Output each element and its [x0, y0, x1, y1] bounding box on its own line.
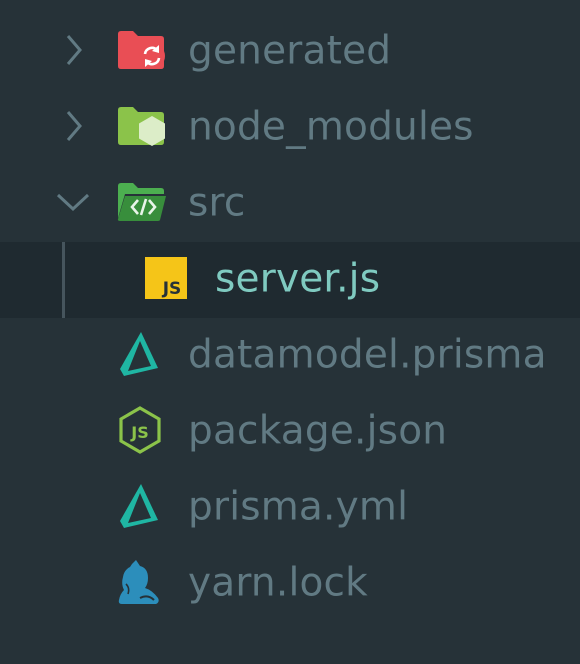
folder-node-icon	[116, 106, 166, 150]
file-explorer: generated node_modules src JS server.js …	[0, 0, 580, 664]
tree-item-generated[interactable]: generated	[0, 14, 580, 90]
chevron-right-icon[interactable]	[64, 33, 84, 71]
chevron-right-icon[interactable]	[64, 109, 84, 147]
chevron-down-icon[interactable]	[55, 191, 91, 217]
tree-item-yarn-lock[interactable]: yarn.lock	[0, 546, 580, 622]
tree-item-src[interactable]: src	[0, 166, 580, 242]
svg-text:JS: JS	[130, 423, 148, 442]
tree-item-node-modules[interactable]: node_modules	[0, 90, 580, 166]
tree-item-label: generated	[188, 28, 392, 74]
folder-src-icon	[116, 182, 168, 226]
js-badge-text: JS	[162, 279, 182, 299]
tree-item-label: server.js	[215, 256, 381, 302]
tree-item-label: node_modules	[188, 104, 474, 150]
tree-item-label: datamodel.prisma	[188, 332, 547, 378]
prisma-icon	[118, 331, 160, 381]
tree-item-label: prisma.yml	[188, 484, 409, 530]
tree-item-package-json[interactable]: JS package.json	[0, 394, 580, 470]
tree-item-server-js[interactable]: JS server.js	[0, 242, 580, 318]
tree-item-prisma-yml[interactable]: prisma.yml	[0, 470, 580, 546]
tree-item-label: package.json	[188, 408, 448, 454]
nodejs-icon: JS	[118, 406, 162, 458]
tree-item-label: src	[188, 180, 246, 226]
tree-item-datamodel-prisma[interactable]: datamodel.prisma	[0, 318, 580, 394]
yarn-icon	[114, 558, 162, 610]
javascript-file-icon: JS	[145, 257, 187, 303]
indent-guide	[62, 242, 65, 318]
prisma-icon	[118, 483, 160, 533]
tree-item-label: yarn.lock	[188, 560, 368, 606]
folder-generated-icon	[116, 30, 166, 74]
